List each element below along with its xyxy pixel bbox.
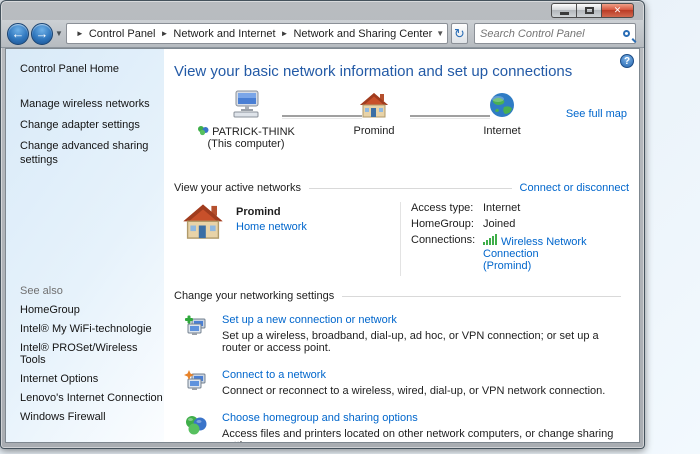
sidebar: Control Panel Home Manage wireless netwo… bbox=[6, 49, 164, 442]
settings-title: Change your networking settings bbox=[174, 290, 335, 302]
map-node-internet[interactable]: Internet bbox=[444, 92, 560, 137]
connect-disconnect-link[interactable]: Connect or disconnect bbox=[520, 182, 629, 194]
active-network-identity: Promind Home network bbox=[182, 202, 400, 276]
minimize-button[interactable] bbox=[551, 3, 576, 18]
explorer-window: ✕ ← → ▼ ► Control Panel ► Network and In… bbox=[0, 0, 645, 449]
sidebar-item-manage-wireless[interactable]: Manage wireless networks bbox=[20, 97, 164, 111]
network-name: Promind bbox=[236, 206, 281, 218]
address-dropdown-icon[interactable]: ▼ bbox=[432, 29, 448, 38]
breadcrumb-separator-icon: ► bbox=[280, 29, 289, 38]
forward-button[interactable]: → bbox=[31, 22, 53, 45]
active-networks-section-header: View your active networks Connect or dis… bbox=[174, 182, 629, 194]
setting-item-homegroup-sharing: Choose homegroup and sharing options Acc… bbox=[174, 412, 629, 442]
settings-section-header: Change your networking settings bbox=[174, 290, 629, 302]
close-button[interactable]: ✕ bbox=[601, 3, 634, 18]
back-button[interactable]: ← bbox=[7, 22, 29, 45]
breadcrumb-control-panel[interactable]: Control Panel bbox=[89, 28, 156, 40]
search-input[interactable] bbox=[480, 27, 623, 40]
maximize-button[interactable] bbox=[576, 3, 601, 18]
setting-item-connect-network: Connect to a network Connect or reconnec… bbox=[174, 369, 629, 397]
computer-icon bbox=[233, 90, 259, 118]
recent-pages-dropdown[interactable]: ▼ bbox=[55, 29, 63, 38]
sidebar-item-intel-proset[interactable]: Intel® PROSet/Wireless Tools bbox=[20, 342, 164, 366]
breadcrumb-network-sharing-center[interactable]: Network and Sharing Center bbox=[293, 28, 432, 40]
detail-label: Access type: bbox=[411, 202, 474, 214]
globe-icon bbox=[490, 93, 514, 117]
sidebar-item-control-panel-home[interactable]: Control Panel Home bbox=[20, 63, 164, 75]
wireless-connection-link[interactable]: Wireless Network Connection (Promind) bbox=[483, 236, 629, 272]
close-icon: ✕ bbox=[613, 5, 622, 15]
help-button[interactable]: ? bbox=[620, 54, 634, 68]
house-icon bbox=[360, 93, 388, 118]
detail-row-homegroup: HomeGroup: Joined bbox=[411, 218, 629, 230]
search-box[interactable] bbox=[474, 23, 636, 44]
setup-connection-link[interactable]: Set up a new connection or network bbox=[222, 314, 397, 326]
sidebar-item-lenovo-connection[interactable]: Lenovo's Internet Connection bbox=[20, 392, 164, 404]
detail-value: Internet bbox=[483, 202, 521, 214]
setting-description: Access files and printers located on oth… bbox=[222, 428, 614, 442]
search-icon[interactable] bbox=[623, 30, 630, 37]
map-node-label: PATRICK-THINK bbox=[212, 126, 295, 138]
connect-network-icon bbox=[184, 370, 206, 390]
window-body: Control Panel Home Manage wireless netwo… bbox=[5, 48, 640, 443]
sidebar-item-homegroup[interactable]: HomeGroup bbox=[20, 304, 164, 316]
forward-icon: → bbox=[35, 25, 49, 41]
homegroup-icon bbox=[198, 126, 209, 136]
see-also-header: See also bbox=[20, 285, 63, 297]
maximize-icon bbox=[584, 7, 594, 14]
map-node-label: Internet bbox=[483, 125, 521, 137]
active-network-details: Access type: Internet HomeGroup: Joined … bbox=[400, 202, 629, 276]
address-bar[interactable]: ► Control Panel ► Network and Internet ►… bbox=[65, 23, 448, 44]
help-icon: ? bbox=[623, 56, 631, 67]
connection-ssid: (Promind) bbox=[483, 260, 532, 272]
page-title: View your basic network information and … bbox=[174, 63, 573, 80]
minimize-icon bbox=[559, 11, 569, 15]
homegroup-options-link[interactable]: Choose homegroup and sharing options bbox=[222, 412, 418, 424]
connect-network-link[interactable]: Connect to a network bbox=[222, 369, 326, 381]
map-node-label: Promind bbox=[353, 125, 395, 137]
sidebar-item-windows-firewall[interactable]: Windows Firewall bbox=[20, 411, 164, 423]
connection-name: Wireless Network Connection bbox=[483, 236, 587, 260]
breadcrumb-separator-icon: ► bbox=[160, 29, 169, 38]
breadcrumb-separator-icon: ► bbox=[75, 29, 84, 38]
network-map: PATRICK-THINK (This computer) Promind In… bbox=[174, 90, 629, 180]
homegroup-joined-link[interactable]: Joined bbox=[483, 218, 515, 230]
wireless-signal-icon bbox=[483, 234, 497, 245]
sidebar-item-change-adapter[interactable]: Change adapter settings bbox=[20, 118, 164, 132]
homegroup-sharing-icon bbox=[186, 416, 207, 435]
sidebar-item-internet-options[interactable]: Internet Options bbox=[20, 373, 164, 385]
divider bbox=[342, 295, 621, 297]
new-connection-icon bbox=[185, 315, 206, 335]
map-node-computer[interactable]: PATRICK-THINK (This computer) bbox=[188, 90, 304, 150]
refresh-button[interactable]: ↻ bbox=[450, 23, 468, 44]
network-type-link[interactable]: Home network bbox=[236, 221, 307, 233]
sidebar-item-intel-mywifi[interactable]: Intel® My WiFi-technologie bbox=[20, 323, 164, 335]
window-controls: ✕ bbox=[551, 3, 634, 18]
back-icon: ← bbox=[11, 25, 25, 41]
see-full-map-link[interactable]: See full map bbox=[566, 108, 627, 120]
navigation-toolbar: ← → ▼ ► Control Panel ► Network and Inte… bbox=[1, 20, 644, 48]
breadcrumb-network-and-internet[interactable]: Network and Internet bbox=[173, 28, 275, 40]
active-networks-title: View your active networks bbox=[174, 182, 301, 194]
refresh-icon: ↻ bbox=[454, 26, 465, 41]
detail-row-connections: Connections: Wireless Network Connection… bbox=[411, 234, 629, 272]
detail-label: Connections: bbox=[411, 234, 476, 246]
detail-row-access-type: Access type: Internet bbox=[411, 202, 629, 214]
active-network-card: Promind Home network Access type: Intern… bbox=[182, 202, 629, 276]
setting-item-new-connection: Set up a new connection or network Set u… bbox=[174, 314, 629, 354]
divider bbox=[308, 187, 512, 189]
main-content: ? View your basic network information an… bbox=[164, 49, 639, 442]
setting-description: Set up a wireless, broadband, dial-up, a… bbox=[222, 330, 599, 354]
sidebar-item-advanced-sharing[interactable]: Change advanced sharing settings bbox=[20, 139, 164, 167]
networking-settings-section: Change your networking settings Set up a… bbox=[174, 290, 629, 442]
map-node-sublabel: (This computer) bbox=[207, 138, 285, 150]
title-bar[interactable]: ✕ bbox=[1, 1, 644, 20]
detail-label: HomeGroup: bbox=[411, 218, 474, 230]
setting-description: Connect or reconnect to a wireless, wire… bbox=[222, 385, 606, 397]
house-icon bbox=[183, 204, 223, 239]
